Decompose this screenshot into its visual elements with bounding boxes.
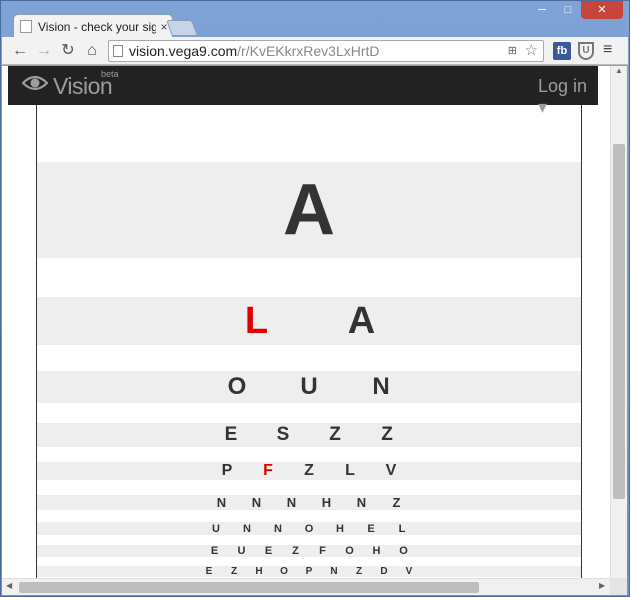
chart-row: NNNHNZ — [37, 495, 581, 510]
new-tab-button[interactable] — [166, 20, 198, 36]
chart-letter: E — [210, 545, 219, 557]
window-controls: ─ □ ✕ — [529, 1, 623, 19]
chart-letter: F — [263, 462, 273, 479]
page-viewport: Vision beta Log in ▾ ALAOUNESZZPFZLVNNNH… — [2, 66, 610, 578]
chart-letter: N — [372, 373, 390, 400]
beta-badge: beta — [101, 69, 119, 79]
chart-letter: U — [300, 373, 318, 400]
url-host: vision.vega9.com — [129, 43, 238, 59]
chart-letter: N — [330, 566, 338, 577]
chart-letter: Z — [392, 495, 401, 510]
chart-letter: Z — [355, 566, 363, 577]
chart-row: PFZLV — [37, 462, 581, 480]
maximize-button[interactable]: □ — [555, 1, 581, 19]
scroll-up-arrow-icon[interactable]: ▲ — [611, 66, 627, 75]
chart-letter: O — [399, 545, 408, 557]
browser-toolbar: ← → ↻ ⌂ vision.vega9.com/r/KvEKkrxRev3Lx… — [2, 37, 628, 65]
chart-letter: H — [336, 522, 344, 535]
page-icon — [113, 45, 123, 57]
chart-letter: O — [304, 522, 314, 535]
chart-letter: P — [305, 566, 313, 577]
chart-letter: N — [251, 495, 262, 510]
horizontal-scrollbar[interactable]: ◀ ▶ — [2, 578, 610, 595]
chart-row: UNNOHEL — [37, 522, 581, 535]
vertical-scroll-thumb[interactable] — [613, 144, 625, 499]
facebook-extension-icon[interactable]: fb — [553, 42, 571, 60]
chart-row: EZHOPNZDV — [37, 566, 581, 577]
chart-letter: P — [221, 462, 233, 479]
chart-row: LA — [37, 297, 581, 345]
reload-icon[interactable]: ↻ — [58, 41, 78, 61]
chart-letter: Z — [292, 545, 299, 557]
chart-letter: Z — [329, 424, 341, 445]
chart-letter: N — [216, 495, 227, 510]
chart-letter: U — [212, 522, 220, 535]
menu-icon[interactable]: ≡ — [603, 41, 612, 59]
chart-letter: V — [385, 462, 397, 479]
chart-letter: L — [345, 462, 355, 479]
browser-tab[interactable]: Vision - check your sight × — [13, 14, 173, 38]
scroll-left-arrow-icon[interactable]: ◀ — [6, 581, 12, 590]
chart-letter: F — [319, 545, 326, 557]
bookmark-star-icon[interactable]: ☆ — [525, 41, 538, 59]
chart-letter: A — [347, 299, 376, 342]
address-bar[interactable]: vision.vega9.com/r/KvEKkrxRev3LxHrtD ⊞ ☆ — [108, 40, 544, 62]
chart-letter: L — [244, 299, 269, 342]
scrollbar-corner — [610, 578, 627, 595]
minimize-button[interactable]: ─ — [529, 1, 555, 19]
chart-letter: O — [345, 545, 354, 557]
site-navbar: Vision beta Log in ▾ — [8, 66, 598, 117]
tab-title: Vision - check your sight — [38, 19, 156, 34]
chart-letter: Z — [381, 424, 393, 445]
chart-letter: N — [356, 495, 367, 510]
chart-letter: A — [283, 170, 335, 250]
url-path: /r/KvEKkrxRev3LxHrtD — [237, 43, 380, 59]
chart-letter: U — [237, 545, 246, 557]
chart-letter: H — [372, 545, 381, 557]
chart-letter: H — [321, 495, 332, 510]
chart-letter: E — [367, 522, 375, 535]
back-arrow-icon[interactable]: ← — [10, 41, 30, 61]
chart-letter: D — [380, 566, 388, 577]
chart-letter: N — [286, 495, 297, 510]
horizontal-scroll-thumb[interactable] — [19, 582, 479, 593]
home-icon[interactable]: ⌂ — [82, 41, 102, 61]
chart-row: EUEZFOHO — [37, 545, 581, 557]
scroll-right-arrow-icon[interactable]: ▶ — [599, 581, 605, 590]
chart-row: ESZZ — [37, 423, 581, 447]
eye-chart: ALAOUNESZZPFZLVNNNHNZUNNOHELEUEZFOHOEZHO… — [36, 105, 582, 578]
vertical-scrollbar[interactable]: ▲ — [610, 66, 627, 578]
chart-row: A — [37, 162, 581, 258]
chart-letter: E — [264, 545, 273, 557]
chart-row: OUN — [37, 371, 581, 403]
chart-letter: O — [227, 373, 247, 400]
page-favicon-icon — [20, 20, 32, 33]
chart-letter: Z — [304, 462, 314, 479]
forward-arrow-icon[interactable]: → — [34, 41, 54, 61]
chart-letter: E — [224, 424, 238, 445]
eye-logo-icon[interactable] — [22, 74, 48, 92]
chart-letter: S — [276, 424, 290, 445]
translate-icon[interactable]: ⊞ — [508, 44, 517, 57]
browser-window: Vision - check your sight × ─ □ ✕ ← → ↻ … — [0, 0, 630, 597]
chart-letter: O — [280, 566, 288, 577]
chart-letter: Z — [230, 566, 238, 577]
shield-extension-icon[interactable]: U — [578, 42, 594, 60]
close-window-button[interactable]: ✕ — [581, 1, 623, 19]
chart-letter: L — [398, 522, 406, 535]
chart-letter: N — [243, 522, 251, 535]
chart-letter: V — [405, 566, 413, 577]
chart-letter: H — [255, 566, 263, 577]
chart-letter: N — [274, 522, 282, 535]
chart-letter: E — [205, 566, 213, 577]
